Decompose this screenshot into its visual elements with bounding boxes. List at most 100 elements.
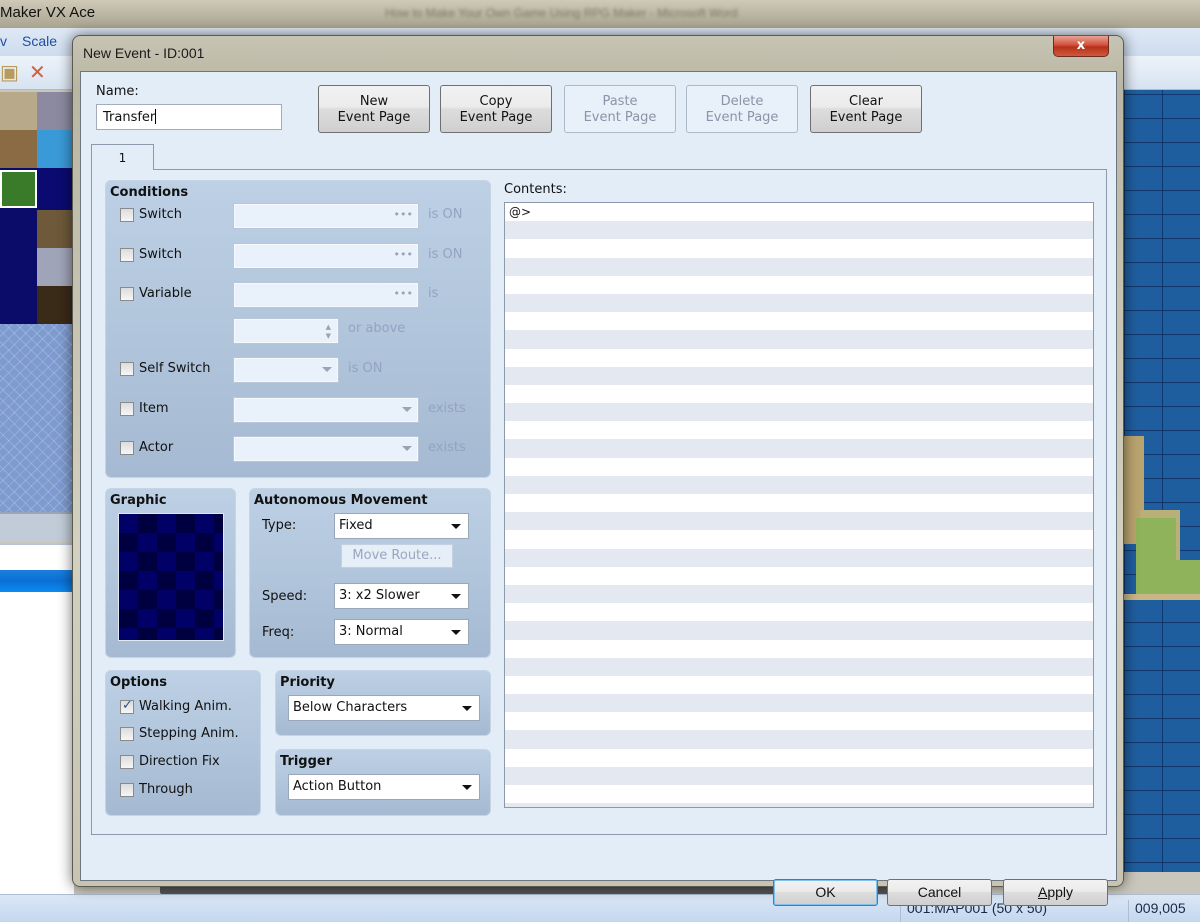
tile[interactable] <box>37 286 74 324</box>
cancel-button[interactable]: Cancel <box>887 879 992 906</box>
variable-checkbox[interactable]: Variable <box>120 286 192 301</box>
checkbox-box[interactable] <box>120 754 134 769</box>
stepping-anim-checkbox[interactable]: Stepping Anim. <box>120 726 239 741</box>
command-line[interactable] <box>505 676 1093 694</box>
walking-anim-checkbox[interactable]: Walking Anim. <box>120 698 232 714</box>
command-line[interactable] <box>505 530 1093 548</box>
copy-event-page-button[interactable]: Copy Event Page <box>440 85 552 133</box>
command-line[interactable] <box>505 239 1093 257</box>
variable-field[interactable]: ••• <box>233 282 419 308</box>
tile[interactable] <box>37 170 74 208</box>
command-line[interactable]: @> <box>505 203 1093 221</box>
command-line[interactable] <box>505 276 1093 294</box>
checkbox-box[interactable] <box>120 440 134 455</box>
menu-scale[interactable]: Scale <box>22 33 57 49</box>
command-line[interactable] <box>505 785 1093 803</box>
close-button[interactable]: x <box>1053 36 1109 57</box>
panel-splitter[interactable] <box>0 512 74 542</box>
priority-select[interactable]: Below Characters <box>288 695 480 721</box>
map-tree[interactable] <box>0 544 74 894</box>
clear-event-page-button[interactable]: Clear Event Page <box>810 85 922 133</box>
movement-freq-select[interactable]: 3: Normal <box>334 619 469 645</box>
menu-view[interactable]: v <box>0 33 7 49</box>
tile[interactable] <box>37 130 74 168</box>
delete-event-page-button[interactable]: Delete Event Page <box>686 85 798 133</box>
command-line[interactable] <box>505 385 1093 403</box>
movement-type-select[interactable]: Fixed <box>334 513 469 539</box>
item-checkbox[interactable]: Item <box>120 401 169 416</box>
command-line[interactable] <box>505 766 1093 785</box>
switch1-field[interactable]: ••• <box>233 203 419 229</box>
command-line[interactable] <box>505 403 1093 422</box>
tile[interactable] <box>0 92 37 130</box>
checkbox-box[interactable] <box>120 726 134 741</box>
command-line[interactable] <box>505 330 1093 349</box>
checkbox-box[interactable] <box>120 782 134 797</box>
event-graphic-preview[interactable] <box>118 513 224 641</box>
command-line[interactable] <box>505 657 1093 676</box>
tile-selected[interactable] <box>0 170 37 208</box>
command-line[interactable] <box>505 439 1093 458</box>
map-tree-selected-item[interactable] <box>0 570 74 592</box>
variable-value-spinner[interactable]: ▲ ▼ <box>233 318 339 344</box>
tile[interactable] <box>37 248 74 286</box>
tileset-palette[interactable] <box>0 92 74 324</box>
spin-down-icon[interactable]: ▼ <box>326 332 331 340</box>
command-line[interactable] <box>505 712 1093 730</box>
checkbox-box[interactable] <box>120 401 134 416</box>
checkbox-box[interactable] <box>120 247 134 262</box>
command-line[interactable] <box>505 293 1093 313</box>
command-line[interactable] <box>505 458 1093 476</box>
apply-button[interactable]: Apply <box>1003 879 1108 906</box>
switch1-checkbox[interactable]: Switch <box>120 207 182 222</box>
switch2-field[interactable]: ••• <box>233 243 419 269</box>
command-line[interactable] <box>505 366 1093 385</box>
event-commands-list[interactable]: @> <box>504 202 1094 808</box>
delete-icon[interactable]: ✕ <box>29 60 46 84</box>
direction-fix-checkbox[interactable]: Direction Fix <box>120 754 220 769</box>
new-event-page-button[interactable]: New Event Page <box>318 85 430 133</box>
command-line[interactable] <box>505 803 1093 807</box>
command-line[interactable] <box>505 603 1093 621</box>
actor-checkbox[interactable]: Actor <box>120 440 173 455</box>
paste-icon[interactable]: ▣ <box>0 60 19 84</box>
tab-page-1[interactable]: 1 <box>91 144 154 170</box>
switch2-checkbox[interactable]: Switch <box>120 247 182 262</box>
self-switch-select[interactable] <box>233 357 339 383</box>
item-select[interactable] <box>233 397 419 423</box>
command-line[interactable] <box>505 494 1093 512</box>
command-line[interactable] <box>505 694 1093 713</box>
checkbox-box[interactable] <box>120 207 134 222</box>
dropdown-arrow-icon <box>462 706 472 711</box>
movement-speed-select[interactable]: 3: x2 Slower <box>334 583 469 609</box>
command-line[interactable] <box>505 584 1093 604</box>
command-line[interactable] <box>505 312 1093 330</box>
checkbox-box[interactable] <box>120 286 134 301</box>
command-line[interactable] <box>505 349 1093 367</box>
checkbox-box[interactable] <box>120 698 134 714</box>
tile[interactable] <box>0 130 37 168</box>
command-line[interactable] <box>505 640 1093 658</box>
command-line[interactable] <box>505 621 1093 640</box>
command-line[interactable] <box>505 730 1093 749</box>
command-line[interactable] <box>505 749 1093 767</box>
command-line[interactable] <box>505 567 1093 585</box>
command-line[interactable] <box>505 421 1093 439</box>
move-route-button[interactable]: Move Route... <box>341 544 453 568</box>
command-line[interactable] <box>505 257 1093 276</box>
self-switch-checkbox[interactable]: Self Switch <box>120 361 211 376</box>
command-line[interactable] <box>505 221 1093 240</box>
tile[interactable] <box>37 210 74 248</box>
spin-up-icon[interactable]: ▲ <box>326 323 331 331</box>
through-checkbox[interactable]: Through <box>120 782 193 797</box>
ok-button[interactable]: OK <box>773 879 878 906</box>
paste-event-page-button[interactable]: Paste Event Page <box>564 85 676 133</box>
checkbox-box[interactable] <box>120 361 134 376</box>
command-line[interactable] <box>505 548 1093 567</box>
command-line[interactable] <box>505 512 1093 531</box>
trigger-select[interactable]: Action Button <box>288 774 480 800</box>
actor-select[interactable] <box>233 436 419 462</box>
command-line[interactable] <box>505 475 1093 494</box>
tile[interactable] <box>37 92 74 130</box>
event-name-input[interactable]: Transfer <box>96 104 282 130</box>
